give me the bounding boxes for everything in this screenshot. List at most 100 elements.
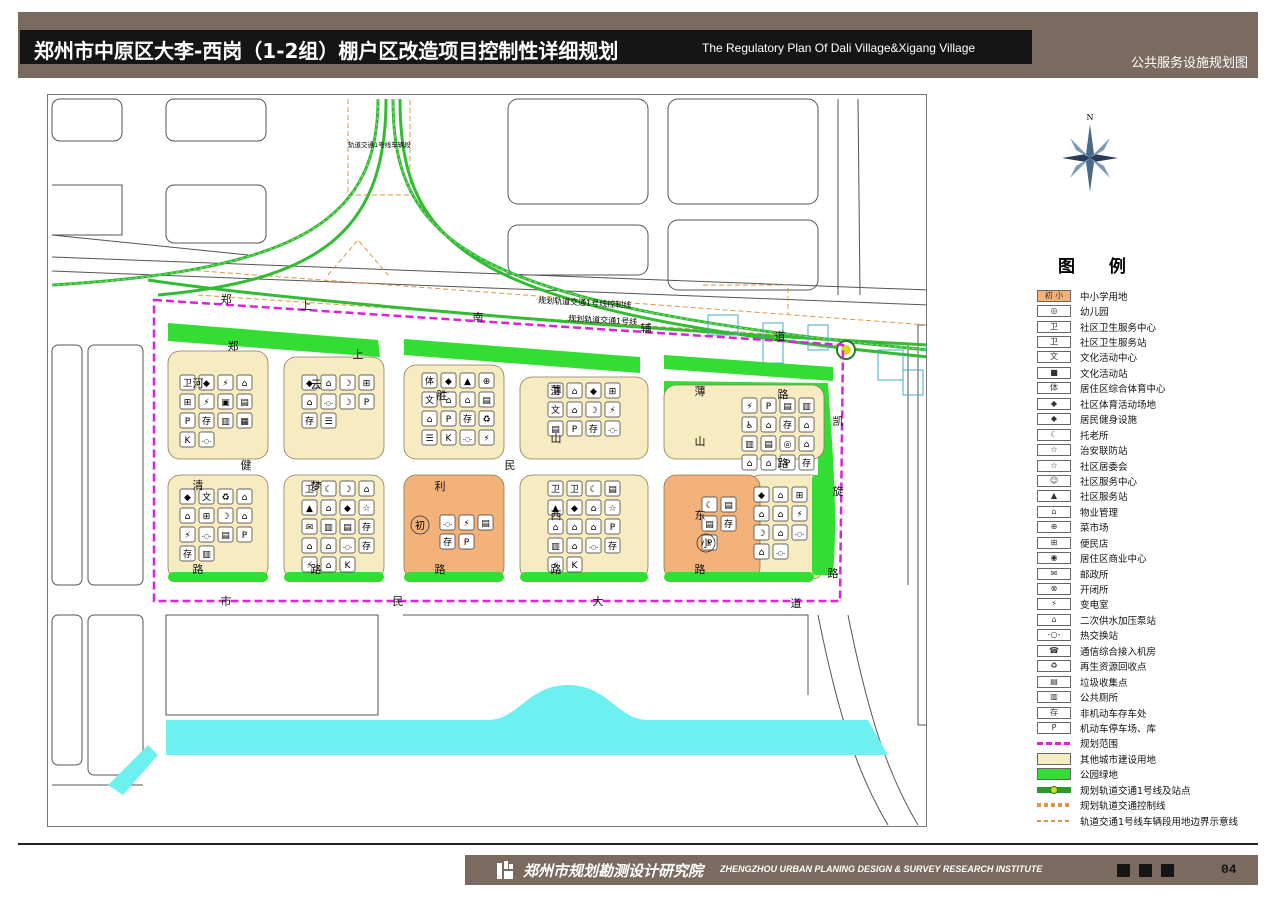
legend-swatch: ☆: [1037, 444, 1071, 457]
legend-icon: ☆: [1050, 445, 1058, 455]
footer-square: [1161, 864, 1174, 877]
facility-icon: ⌂: [242, 512, 248, 522]
road-label: 路: [778, 457, 789, 470]
legend-icon: ■: [1050, 367, 1058, 377]
legend-label: 规划轨道交通1号线及站点: [1080, 785, 1191, 797]
facility-icon: ♻: [482, 415, 490, 425]
institute-logo-icon: [497, 861, 513, 879]
green-strip: [404, 572, 504, 582]
facility-icon: ⌂: [242, 379, 248, 389]
legend-icon: ◉: [1050, 553, 1058, 563]
facility-icon: ▲: [464, 377, 471, 387]
legend-item: 其他城市建设用地: [1037, 751, 1257, 766]
legend-swatch: 体: [1037, 382, 1071, 395]
legend-icon: 存: [1050, 707, 1058, 717]
legend-label: 机动车停车场、库: [1080, 723, 1157, 735]
facility-icon: ⚡: [463, 519, 469, 529]
facility-icon: ⌂: [759, 548, 765, 558]
legend-swatch: [1037, 741, 1071, 745]
facility-icon: ⌂: [307, 542, 313, 552]
station-dot-icon: [1050, 785, 1058, 794]
legend-item: ⌂ 物业管理: [1037, 504, 1257, 519]
bottom-rule: [18, 843, 1258, 845]
water-body: [108, 745, 158, 795]
legend-icon: ⊗: [1050, 584, 1058, 594]
road-label: 道: [775, 329, 786, 343]
footer-square: [1117, 864, 1130, 877]
facility-icon: -○-: [795, 531, 805, 538]
facility-icon: ▤: [783, 402, 792, 412]
title-box: 郑州市中原区大李-西岗（1-2组）棚户区改造项目控制性详细规划 The Regu…: [20, 30, 1032, 64]
facility-icon: ▥: [551, 542, 560, 552]
facility-icon: ⌂: [326, 561, 332, 571]
road-label: 路: [828, 567, 839, 580]
legend-item: ▲ 社区服务站: [1037, 489, 1257, 504]
facility-icon: P: [572, 425, 578, 435]
facility-icon: ◆: [758, 491, 765, 501]
facility-icon: 存: [443, 536, 452, 548]
facility-icon: ⌂: [766, 421, 772, 431]
legend-icon: ⊞: [1050, 537, 1058, 547]
facility-icon: 文: [202, 491, 211, 503]
facility-icon: ☾: [705, 501, 713, 511]
facility-icon: ⚡: [222, 379, 228, 389]
facility-icon: ◆: [571, 504, 578, 514]
legend-icon: 体: [1050, 383, 1058, 393]
facility-icon: 存: [724, 518, 733, 530]
facility-icon: ⌂: [427, 415, 433, 425]
legend-label: 公园绿地: [1080, 770, 1119, 782]
legend-item: ☆ 治安联防站: [1037, 442, 1257, 457]
legend-label: 社区服务中心: [1080, 476, 1138, 488]
road-label: 西: [551, 509, 562, 522]
facility-icon: ☽: [221, 512, 229, 522]
road-label: 路: [695, 563, 706, 576]
facility-icon: ☾: [324, 485, 332, 495]
facility-icon: ☽: [343, 485, 351, 495]
facility-icon: 存: [608, 540, 617, 552]
legend-swatch: ⌂: [1037, 505, 1071, 518]
facility-icon: ⌂: [766, 459, 772, 469]
legend-label: 社区居委会: [1080, 461, 1128, 473]
facility-icon: ▤: [240, 398, 249, 408]
facility-icon: ⌂: [242, 493, 248, 503]
station-structure: [762, 322, 784, 364]
legend-icon: 卫: [1050, 337, 1058, 347]
facility-icon: ⊕: [483, 377, 491, 387]
facility-icon: ⌂: [572, 406, 578, 416]
road-label: 民: [505, 459, 516, 472]
facility-icon: P: [242, 531, 248, 541]
road-edge: [857, 98, 861, 296]
legend-icon: ◎: [1050, 306, 1058, 316]
facility-icon: ▥: [221, 417, 230, 427]
legend-icon: 文: [1050, 352, 1058, 362]
facility-icon: ☆: [362, 504, 370, 514]
facility-icon: ▦: [240, 417, 249, 427]
legend-label: 居住区综合体育中心: [1080, 384, 1166, 396]
legend-label: 变电室: [1080, 600, 1109, 612]
facility-icon: 体: [425, 375, 434, 387]
facility-icon: ◆: [203, 379, 210, 389]
facility-icon: 存: [463, 413, 472, 425]
legend-label: 规划轨道交通控制线: [1080, 801, 1166, 813]
facility-icon: ⚡: [796, 510, 802, 520]
facility-icon: 存: [783, 419, 792, 431]
legend-icon: ▤: [1050, 676, 1058, 686]
legend-swatch: 文: [1037, 351, 1071, 364]
legend-icon: ◆: [1050, 414, 1058, 424]
page-title: 郑州市中原区大李-西岗（1-2组）棚户区改造项目控制性详细规划: [34, 39, 619, 63]
facility-icon: ▤: [343, 523, 352, 533]
facility-icon: ⌂: [572, 523, 578, 533]
legend-icon: 卫: [1050, 321, 1058, 331]
legend-item: 公园绿地: [1037, 767, 1257, 782]
legend-label: 其他城市建设用地: [1080, 754, 1157, 766]
block-outline: [507, 98, 649, 205]
legend-swatch: ▥: [1037, 691, 1071, 704]
legend-icon: ⊕: [1050, 522, 1058, 532]
facility-icon: ☽: [757, 529, 765, 539]
facility-icon: ☾: [589, 485, 597, 495]
legend-swatch: 初 小: [1037, 289, 1071, 302]
legend-label: 邮政所: [1080, 569, 1109, 581]
legend-item: ■ 文化活动站: [1037, 365, 1257, 380]
facility-icon: -○-: [608, 427, 618, 434]
road-label: 旋: [833, 484, 844, 498]
